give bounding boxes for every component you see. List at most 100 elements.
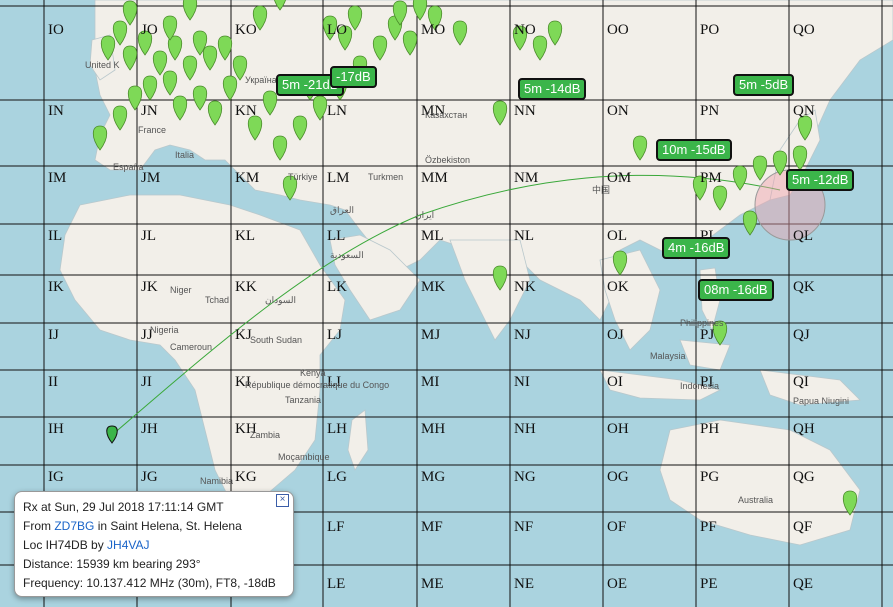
spot-label[interactable]: 4m -16dB	[662, 237, 731, 259]
geo-label: ایران	[415, 210, 435, 220]
grid-label-le: LE	[327, 576, 346, 592]
locator-prefix: Loc IH74DB by	[23, 538, 108, 552]
grid-label-jn: JN	[141, 103, 158, 119]
grid-label-jo: JO	[141, 22, 158, 38]
grid-label-pg: PG	[700, 469, 720, 485]
grid-label-ph: PH	[700, 421, 720, 437]
grid-label-im: IM	[48, 170, 67, 186]
grid-label-jg: JG	[141, 469, 158, 485]
geo-label: Tanzania	[285, 395, 322, 405]
from-callsign-link[interactable]: ZD7BG	[54, 519, 94, 533]
spot-label[interactable]: 10m -15dB	[656, 139, 732, 161]
grid-label-oo: OO	[607, 22, 629, 38]
spot-label[interactable]: -17dB	[330, 66, 377, 88]
spot-label[interactable]: 5m -5dB	[733, 74, 795, 96]
grid-label-ok: OK	[607, 279, 629, 295]
geo-label: Indonesia	[680, 381, 720, 391]
grid-label-qe: QE	[793, 576, 813, 592]
grid-label-pm: PM	[700, 170, 722, 186]
grid-label-qn: QN	[793, 103, 815, 119]
grid-label-kg: KG	[235, 469, 257, 485]
grid-label-pe: PE	[700, 576, 718, 592]
grid-label-ik: IK	[48, 279, 64, 295]
grid-label-mg: MG	[421, 469, 446, 485]
geo-label: Philippines	[680, 318, 724, 328]
grid-label-og: OG	[607, 469, 629, 485]
grid-label-il: IL	[48, 228, 63, 244]
geo-label: Казахстан	[425, 110, 468, 120]
grid-label-kl: KL	[235, 228, 255, 244]
geo-label: Papua Niugini	[793, 396, 850, 406]
grid-label-mj: MJ	[421, 327, 441, 343]
spot-info-popup: × Rx at Sun, 29 Jul 2018 17:11:14 GMT Fr…	[14, 491, 294, 597]
geo-label: Україна	[245, 75, 277, 85]
geo-label: Niger	[170, 285, 192, 295]
grid-label-km: KM	[235, 170, 260, 186]
grid-label-kn: KN	[235, 103, 257, 119]
grid-label-on: ON	[607, 103, 629, 119]
grid-label-ol: OL	[607, 228, 627, 244]
grid-label-mo: MO	[421, 22, 446, 38]
grid-label-kk: KK	[235, 279, 257, 295]
geo-label: Özbekiston	[425, 155, 471, 165]
from-line: From ZD7BG in Saint Helena, St. Helena	[23, 517, 287, 536]
geo-label: United K	[85, 60, 120, 70]
geo-label: Moçambique	[278, 452, 330, 462]
map-canvas[interactable]: IO JO KO LO MO NO OO PO QO IN JN KN LN MN NN ON PN QN IM JM…	[0, 0, 893, 607]
spot-label[interactable]: 5m -12dB	[786, 169, 855, 191]
grid-label-ih: IH	[48, 421, 64, 437]
grid-label-oj: OJ	[607, 327, 624, 343]
spot-label[interactable]: 08m -16dB	[698, 279, 774, 301]
grid-label-ne: NE	[514, 576, 534, 592]
geo-label: السودان	[265, 295, 297, 305]
grid-label-qk: QK	[793, 279, 815, 295]
grid-label-qi: QI	[793, 374, 809, 390]
grid-label-nj: NJ	[514, 327, 531, 343]
grid-label-nm: NM	[514, 170, 539, 186]
grid-label-lf: LF	[327, 519, 345, 535]
origin-marker-icon[interactable]	[106, 425, 118, 444]
geo-label: Turkmen	[368, 172, 404, 182]
geo-label: Tchad	[205, 295, 230, 305]
grid-label-oi: OI	[607, 374, 623, 390]
grid-label-ko: KO	[235, 22, 257, 38]
geo-label: France	[138, 125, 167, 135]
grid-label-jl: JL	[141, 228, 156, 244]
geo-label: Australia	[738, 495, 774, 505]
from-prefix: From	[23, 519, 55, 533]
grid-label-mh: MH	[421, 421, 446, 437]
grid-label-ig: IG	[48, 469, 64, 485]
grid-label-qg: QG	[793, 469, 815, 485]
grid-label-qo: QO	[793, 22, 815, 38]
grid-label-mi: MI	[421, 374, 440, 390]
grid-label-pf: PF	[700, 519, 717, 535]
grid-label-jm: JM	[141, 170, 161, 186]
geo-label: Nigeria	[150, 325, 179, 335]
grid-label-nk: NK	[514, 279, 536, 295]
grid-label-ng: NG	[514, 469, 536, 485]
grid-label-nh: NH	[514, 421, 536, 437]
grid-label-om: OM	[607, 170, 632, 186]
grid-label-lk: LK	[327, 279, 347, 295]
grid-label-nn: NN	[514, 103, 536, 119]
spot-label[interactable]: 5m -14dB	[518, 78, 587, 100]
grid-label-lo: LO	[327, 22, 347, 38]
geo-label: South Sudan	[250, 335, 303, 345]
geo-label: Zambia	[250, 430, 281, 440]
map-marker-icon[interactable]	[742, 210, 758, 236]
geo-label: Italia	[175, 150, 195, 160]
grid-label-no: NO	[514, 22, 536, 38]
geo-label: Türkiye	[288, 172, 318, 182]
grid-label-pn: PN	[700, 103, 720, 119]
receiver-callsign-link[interactable]: JH4VAJ	[107, 538, 149, 552]
grid-label-qh: QH	[793, 421, 815, 437]
grid-label-me: ME	[421, 576, 444, 592]
grid-label-of: OF	[607, 519, 627, 535]
frequency-line: Frequency: 10.137.412 MHz (30m), FT8, -1…	[23, 576, 276, 590]
grid-label-mm: MM	[421, 170, 448, 186]
close-icon[interactable]: ×	[276, 494, 289, 507]
grid-label-qj: QJ	[793, 327, 810, 343]
grid-label-ml: ML	[421, 228, 444, 244]
grid-label-io: IO	[48, 22, 64, 38]
geo-label: Cameroun	[170, 342, 213, 352]
